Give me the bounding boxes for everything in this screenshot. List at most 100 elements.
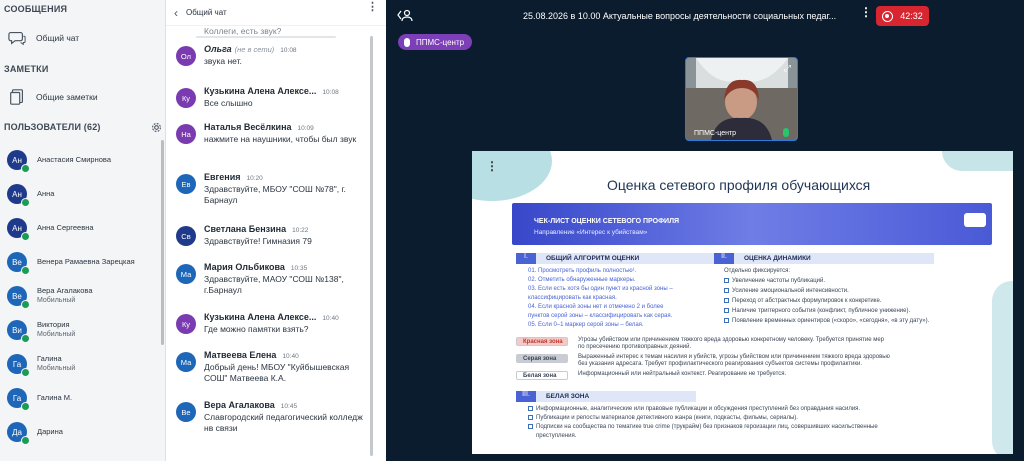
section-3-header: III. БЕЛАЯ ЗОНА — [516, 391, 696, 402]
chat-message: Ку Кузькина Алена Алексе... 10:40 Где можно… — [166, 312, 364, 335]
user-list-item[interactable]: Га Галина М. — [0, 381, 160, 415]
webcam-tile[interactable]: ⤢ ППМС-центр — [685, 57, 798, 141]
user-list-item[interactable]: Ан Анастасия Смирнова — [0, 143, 160, 177]
checkbox-icon — [724, 278, 729, 283]
partial-message: Коллеги, есть звук? — [204, 27, 282, 36]
chat-message: Св Светлана Бензина 10:22 Здравствуйте! Гим… — [166, 224, 364, 247]
user-list-item[interactable]: Ве Вера Агалакова Мобильный — [0, 279, 160, 313]
presentation-area: 25.08.2026 в 10.00 Актуальные вопросы де… — [387, 0, 1024, 461]
user-name-block: Вера Агалакова Мобильный — [37, 286, 93, 306]
avatar-initials: Ве — [12, 291, 22, 301]
white-zone-item: Информационные, аналитические или правов… — [528, 406, 860, 412]
message-header: Кузькина Алена Алексе... 10:08 — [204, 86, 364, 96]
user-name: Вера Агалакова — [37, 286, 93, 295]
message-text: Здравствуйте, МБОУ "СОШ №78", г. Барнаул — [204, 184, 346, 205]
avatar-initials: Ве — [12, 257, 22, 267]
user-list-item[interactable]: Ве Венера Рамаевна Зарецкая — [0, 245, 160, 279]
recording-button[interactable]: 42:32 — [876, 6, 929, 26]
user-settings-icon[interactable] — [397, 8, 413, 24]
message-author: Наталья Весёлкина — [204, 122, 292, 132]
avatar: Да — [7, 422, 30, 445]
message-time: 10:40 — [282, 353, 299, 360]
presenter-badge[interactable]: ППМС-центр — [398, 34, 473, 50]
message-avatar: Ма — [176, 264, 196, 284]
users-scrollbar[interactable] — [161, 140, 164, 345]
user-list-item[interactable]: Ан Анна Сергеевна — [0, 211, 160, 245]
user-list-item[interactable]: Ви Виктория Мобильный — [0, 313, 160, 347]
more-options-icon[interactable]: ⋮ — [860, 5, 872, 19]
expand-icon[interactable]: ⤢ — [784, 63, 791, 74]
user-name: Виктория — [37, 320, 70, 329]
section-2-title: ОЦЕНКА ДИНАМИКИ — [744, 255, 811, 262]
user-name: Галина — [37, 354, 62, 363]
checkbox-icon — [528, 406, 533, 411]
message-avatar: Ку — [176, 88, 196, 108]
message-time: 10:45 — [280, 403, 298, 410]
user-name-block: Анна — [37, 189, 54, 199]
user-name-block: Виктория Мобильный — [37, 320, 75, 340]
message-body: Ольга (не в сети) 10:08 звука нет. — [204, 44, 364, 67]
user-list-item[interactable]: Да Дарина — [0, 415, 160, 449]
message-body: Матвеева Елена 10:40 Добрый день! МБОУ "Ку… — [204, 350, 364, 384]
webcam-video — [686, 58, 797, 140]
user-list-item[interactable]: Ан Анна — [0, 177, 160, 211]
slide-menu-icon[interactable]: ⋮ — [486, 159, 498, 173]
avatar: Ве — [7, 286, 30, 309]
message-body: Наталья Весёлкина 10:09 нажмите на наушник… — [204, 122, 364, 145]
message-avatar: Ма — [176, 352, 196, 372]
message-text: Добрый день! МБОУ "Куйбышевская СОШ" Мат… — [204, 362, 350, 383]
user-list-item[interactable]: Га Галина Мобильный — [0, 347, 160, 381]
settings-gear-icon[interactable] — [151, 120, 162, 138]
avatar: Ан — [7, 184, 30, 207]
online-status-icon — [21, 232, 30, 241]
avatar-initials: Да — [12, 427, 22, 437]
zone-label-text: Серая зона — [523, 355, 557, 362]
message-header: Евгения 10:20 — [204, 172, 364, 182]
message-body: Мария Ольбикова 10:35 Здравствуйте, МАОУ "… — [204, 262, 364, 296]
white-zone-item: Подписки на сообщества по тематике true … — [528, 424, 878, 430]
dynamics-item: Наличие триггерного события (конфликт, п… — [724, 308, 910, 314]
slide-decor-tr — [942, 151, 1013, 171]
slide-decor-left — [472, 151, 552, 201]
user-name: Анастасия Смирнова — [37, 155, 111, 164]
messages-section-title: СООБЩЕНИЯ — [4, 4, 68, 14]
back-chevron-icon[interactable]: ‹ — [174, 6, 178, 20]
message-text: Здравствуйте! Гимназия 79 — [204, 236, 312, 246]
avatar: Га — [7, 388, 30, 411]
record-icon — [882, 10, 894, 22]
users-section-title: ПОЛЬЗОВАТЕЛИ (62) — [4, 122, 101, 132]
message-header: Мария Ольбикова 10:35 — [204, 262, 364, 272]
section-3-number: III. — [516, 391, 536, 402]
message-time: 10:22 — [292, 227, 309, 234]
message-header: Ольга (не в сети) 10:08 — [204, 44, 364, 54]
more-options-icon[interactable]: ⋮ — [367, 2, 378, 13]
message-body: Кузькина Алена Алексе... 10:40 Где можно п… — [204, 312, 364, 335]
public-chat-item[interactable]: Общий чат — [0, 27, 165, 49]
message-avatar-initials: Ве — [181, 407, 191, 417]
message-author: Кузькина Алена Алексе... — [204, 86, 317, 96]
message-time: 10:08 — [322, 89, 339, 96]
slide-title: Оценка сетевого профиля обучающихся — [607, 177, 871, 193]
dynamics-item-text: Усиление эмоциональной интенсивности. — [732, 288, 849, 295]
message-author: Матвеева Елена — [204, 350, 277, 360]
message-author: Вера Агалакова — [204, 400, 275, 410]
avatar: Ве — [7, 252, 30, 275]
slide-decor-right — [992, 281, 1013, 454]
user-name-block: Анастасия Смирнова — [37, 155, 111, 165]
avatar-initials: Ви — [12, 325, 22, 335]
message-header: Наталья Весёлкина 10:09 — [204, 122, 364, 132]
notes-icon — [10, 89, 23, 105]
shared-notes-item[interactable]: Общие заметки — [0, 86, 165, 108]
chat-message: Ма Мария Ольбикова 10:35 Здравствуйте, МАОУ… — [166, 262, 364, 296]
message-body: Евгения 10:20 Здравствуйте, МБОУ "СОШ №78"… — [204, 172, 364, 206]
message-avatar-initials: Ма — [180, 269, 192, 279]
online-status-icon — [21, 368, 30, 377]
white-zone-item: преступления. — [528, 433, 576, 439]
chat-title: Общий чат — [186, 8, 227, 17]
chat-scrollbar[interactable] — [370, 36, 373, 456]
message-header: Матвеева Елена 10:40 — [204, 350, 364, 360]
message-author: Мария Ольбикова — [204, 262, 285, 272]
algorithm-step: 05. Если 0–1 маркер серой зоны – белая. — [528, 322, 644, 328]
shared-notes-label: Общие заметки — [36, 92, 98, 102]
meeting-title: 25.08.2026 в 10.00 Актуальные вопросы де… — [523, 11, 837, 21]
